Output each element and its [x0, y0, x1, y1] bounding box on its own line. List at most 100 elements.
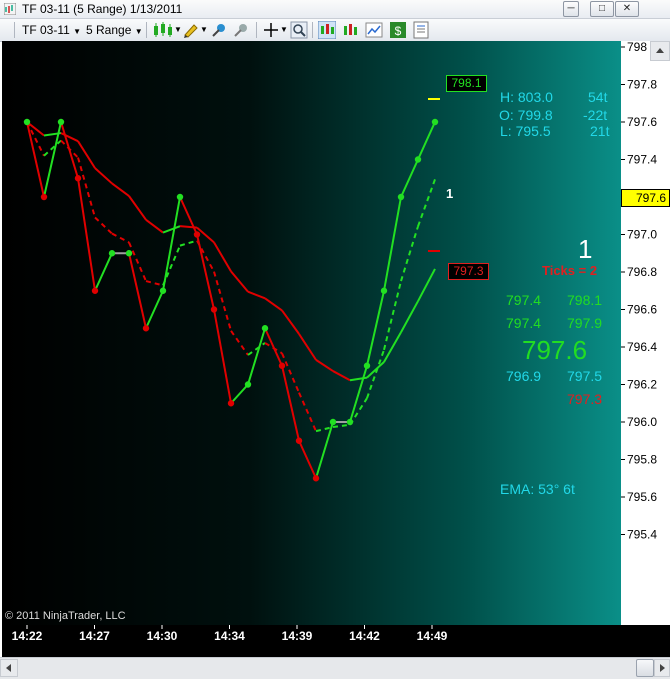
price-segment	[383, 196, 402, 291]
bar-type-icon[interactable]	[152, 21, 176, 39]
ticks-label: Ticks = 2	[542, 263, 598, 278]
minimize-button[interactable]: ─	[563, 1, 579, 17]
price-segment	[298, 440, 317, 479]
fast-average-segment	[179, 239, 198, 247]
slow-average-segment	[332, 370, 351, 382]
chart-style-icon[interactable]	[318, 21, 336, 39]
instrument-selector[interactable]: TF 03-11 ▼	[22, 21, 81, 39]
time-tick-label: 14:27	[79, 629, 110, 643]
scroll-left-button[interactable]	[0, 659, 18, 677]
time-tick-label: 14:30	[147, 629, 178, 643]
price-axis[interactable]: 798797.8797.6797.4797.2797.0796.8796.679…	[621, 41, 670, 625]
price-tick-label: 797.4	[627, 153, 657, 167]
price-tick-label: 796.4	[627, 340, 657, 354]
line-chart-icon[interactable]	[365, 21, 383, 39]
low-value-2: 797.5	[567, 368, 603, 384]
red-marker	[428, 250, 440, 252]
time-tick-label: 14:49	[417, 629, 448, 643]
chevron-down-icon[interactable]: ▼	[174, 21, 182, 39]
chevron-left-icon	[6, 664, 11, 672]
price-point	[193, 231, 201, 238]
bid-2: 797.4	[506, 315, 542, 331]
fast-average-segment	[298, 392, 317, 432]
pencil-icon[interactable]	[182, 21, 200, 39]
price-segment	[43, 121, 62, 198]
toolbar-separator	[256, 22, 257, 38]
slow-average-segment	[230, 270, 249, 293]
red-level-label: 797.3	[567, 391, 603, 407]
price-tick-label: 797.8	[627, 78, 657, 92]
window-title-bar: TF 03-11 (5 Range) 1/13/2011 ─ □ ✕	[0, 0, 670, 19]
price-point	[159, 287, 167, 294]
strategy-icon[interactable]	[232, 21, 250, 39]
scroll-thumb[interactable]	[636, 659, 654, 677]
interval-selector[interactable]: 5 Range ▼	[86, 21, 143, 39]
price-point	[431, 118, 439, 126]
price-point	[261, 325, 269, 332]
chevron-down-icon: ▼	[73, 27, 82, 36]
svg-text:$: $	[395, 24, 402, 38]
chevron-right-icon	[660, 664, 665, 672]
window-title: TF 03-11 (5 Range) 1/13/2011	[22, 2, 183, 16]
price-point	[40, 193, 48, 201]
fast-average-segment	[111, 232, 130, 244]
slow-average-segment	[77, 140, 96, 169]
scroll-right-button[interactable]	[654, 659, 670, 677]
close-button[interactable]: ✕	[615, 1, 639, 17]
crosshair-icon[interactable]	[262, 21, 280, 39]
price-point	[23, 118, 31, 126]
price-point	[397, 193, 405, 201]
fast-average-segment	[230, 330, 249, 356]
green-level-box: 798.1	[446, 75, 487, 92]
price-segment	[179, 196, 198, 235]
red-level-box: 797.3	[448, 263, 489, 280]
ema-label: EMA: 53° 6t	[500, 481, 575, 497]
horizontal-scrollbar[interactable]	[0, 657, 670, 679]
low-value-1: 796.9	[506, 368, 542, 384]
slow-average-segment	[264, 297, 283, 312]
price-tick-label: 796.8	[627, 265, 657, 279]
open-label: O: 799.8	[499, 107, 553, 123]
zoom-icon[interactable]	[290, 21, 308, 39]
open-ticks: -22t	[583, 107, 608, 123]
fast-average-segment	[332, 423, 351, 429]
fast-average-segment	[26, 121, 45, 157]
instrument-label: TF 03-11	[22, 23, 70, 37]
bars-icon[interactable]	[341, 21, 359, 39]
fast-average-segment	[43, 139, 62, 157]
price-tick-label: 796.2	[627, 378, 657, 392]
indicator-icon[interactable]	[210, 21, 228, 39]
last-price: 797.6	[522, 335, 588, 365]
time-tick-label: 14:42	[349, 629, 380, 643]
price-tick-label: 796.0	[627, 415, 657, 429]
price-point	[91, 287, 99, 294]
price-point	[142, 325, 150, 332]
price-point	[363, 362, 371, 369]
slow-average-segment	[315, 359, 334, 372]
slow-average-segment	[298, 333, 317, 361]
price-segment	[247, 327, 266, 385]
chart-panel[interactable]: 798.1 797.3 H: 803.0 54t O: 799.8 -22t L…	[2, 41, 621, 625]
price-segment	[128, 253, 147, 329]
scroll-up-button[interactable]	[650, 41, 670, 61]
price-point	[176, 193, 184, 201]
slow-average-segment	[111, 182, 130, 197]
fast-average-segment	[417, 179, 436, 227]
price-segment	[60, 121, 79, 179]
fast-average-segment	[94, 216, 113, 235]
properties-icon[interactable]	[412, 21, 430, 39]
restore-button[interactable]: □	[590, 1, 614, 17]
slow-average-segment	[417, 268, 436, 302]
chevron-down-icon[interactable]: ▼	[280, 21, 288, 39]
price-segment	[196, 234, 215, 310]
dollar-icon[interactable]: $	[389, 21, 407, 39]
slow-average-segment	[400, 300, 419, 333]
time-axis: 14:22 14:27 14:30 14:34 14:39 14:42 14:49	[2, 625, 621, 657]
app-icon	[4, 3, 16, 15]
bar-marker-label: 1	[446, 186, 454, 201]
time-tick-label: 14:39	[282, 629, 313, 643]
price-segment	[145, 290, 164, 329]
slow-average-segment	[213, 241, 232, 272]
slow-average-segment	[145, 219, 164, 234]
chevron-down-icon[interactable]: ▼	[200, 21, 208, 39]
